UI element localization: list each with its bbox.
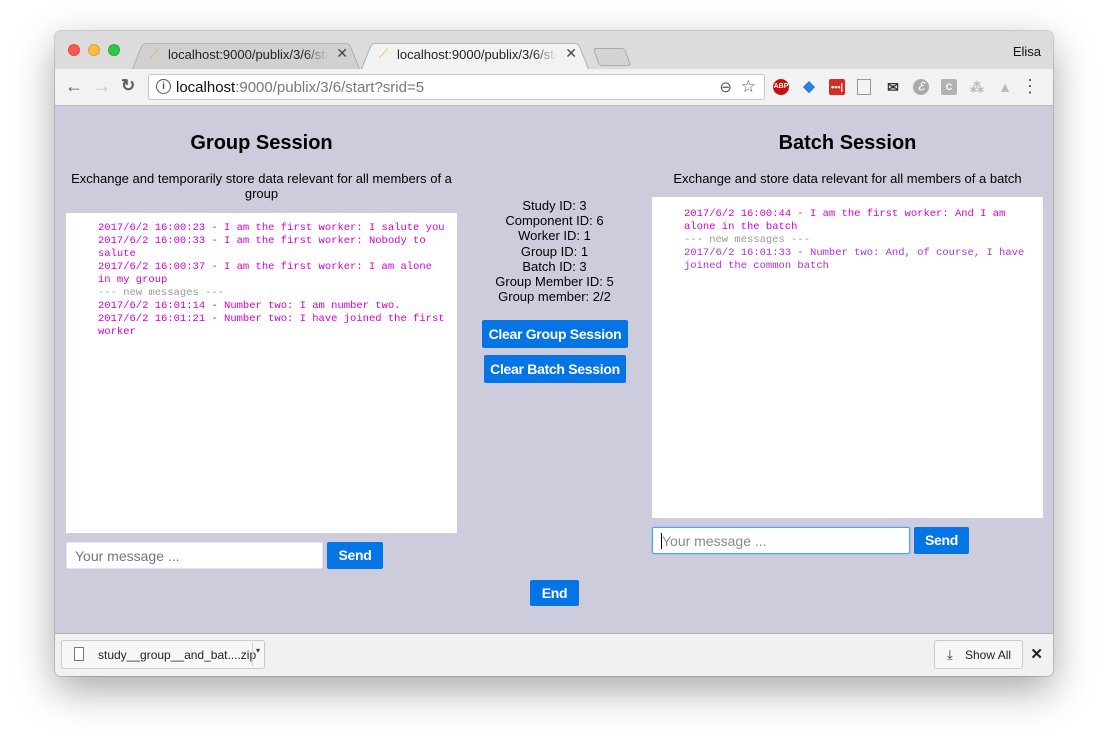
new-messages-separator: --- new messages ---	[684, 234, 811, 246]
batch-session-description: Exchange and store data relevant for all…	[673, 171, 1022, 186]
maximize-window-button[interactable]	[108, 44, 120, 56]
clear-group-session-button[interactable]: Clear Group Session	[482, 320, 628, 348]
clear-batch-session-button[interactable]: Clear Batch Session	[484, 355, 626, 383]
group-message-input[interactable]	[66, 542, 323, 569]
group-message: 2017/6/2 16:01:21 - Number two: I have j…	[98, 313, 445, 338]
minimize-window-button[interactable]	[88, 44, 100, 56]
batch-id: Batch ID: 3	[522, 258, 587, 274]
group-message: 2017/6/2 16:01:14 - Number two: I am num…	[98, 300, 401, 312]
batch-messages-box[interactable]: 2017/6/2 16:00:44 - I am the first worke…	[652, 197, 1043, 518]
browser-window: ⟋ localhost:9000/publix/3/6/star ✕ ⟋ loc…	[55, 31, 1053, 676]
jatos-favicon-icon: ⟋	[150, 46, 160, 61]
download-options-caret-icon[interactable]: ▾	[256, 646, 260, 655]
group-id: Group ID: 1	[520, 243, 589, 259]
lastpass-icon[interactable]: •••|	[829, 79, 845, 95]
jatos-favicon-icon: ⟋	[379, 46, 389, 61]
batch-input-placeholder: Your message ...	[662, 533, 767, 549]
study-id: Study ID: 3	[522, 198, 587, 213]
new-tab-button[interactable]	[592, 48, 632, 66]
group-message: 2017/6/2 16:00:33 - I am the first worke…	[98, 235, 426, 260]
download-icon: ⤓	[947, 647, 953, 662]
tab-title: localhost:9000/publix/3/6/star	[168, 47, 328, 62]
batch-message: 2017/6/2 16:01:33 - Number two: And, of …	[684, 247, 1025, 272]
group-send-button[interactable]: Send	[327, 542, 383, 569]
browser-toolbar: ← → ↻ i localhost:9000/publix/3/6/start?…	[55, 69, 1053, 106]
group-message: 2017/6/2 16:00:23 - I am the first worke…	[98, 222, 445, 234]
blue-diamond-extension-icon[interactable]: ◆	[801, 79, 817, 95]
close-download-shelf-icon[interactable]: ✕	[1030, 645, 1043, 663]
group-member-id: Group Member ID: 5	[495, 274, 614, 290]
text-caret	[661, 533, 662, 549]
tab-2-active[interactable]: ⟋ localhost:9000/publix/3/6/star ✕	[361, 40, 589, 69]
batch-session-title: Batch Session	[778, 132, 917, 154]
evernote-icon[interactable]: ℰ	[913, 79, 929, 95]
batch-message: 2017/6/2 16:00:44 - I am the first worke…	[684, 208, 1006, 233]
group-member-count: Group member: 2/2	[498, 289, 611, 305]
tab-bar: ⟋ localhost:9000/publix/3/6/star ✕ ⟋ loc…	[55, 31, 1053, 69]
batch-send-button[interactable]: Send	[914, 527, 969, 554]
document-extension-icon[interactable]	[857, 79, 871, 95]
bookmark-star-icon[interactable]: ☆	[741, 77, 756, 97]
group-messages-box[interactable]: 2017/6/2 16:00:23 - I am the first worke…	[66, 213, 457, 533]
zoom-out-icon[interactable]: ⊖	[719, 78, 732, 96]
address-bar[interactable]: i localhost:9000/publix/3/6/start?srid=5…	[148, 74, 765, 100]
group-session-description: Exchange and temporarily store data rele…	[71, 171, 452, 201]
close-window-button[interactable]	[68, 44, 80, 56]
forward-arrow-icon[interactable]: →	[93, 76, 111, 96]
show-all-downloads-button[interactable]: ⤓ Show All	[934, 640, 1023, 669]
site-info-icon[interactable]: i	[156, 79, 171, 94]
worker-id: Worker ID: 1	[518, 228, 591, 244]
close-tab-icon[interactable]: ✕	[336, 45, 348, 62]
tab-title: localhost:9000/publix/3/6/star	[397, 47, 557, 62]
mail-check-icon[interactable]: ✉	[885, 79, 901, 95]
download-item[interactable]: study__group__and_bat....zip ▾	[61, 640, 265, 669]
adblock-plus-icon[interactable]: ABP	[773, 79, 789, 95]
download-file-name: study__group__and_bat....zip	[98, 648, 257, 662]
browser-menu-icon[interactable]: ⋮	[1021, 76, 1039, 96]
page-content: Group Session Exchange and temporarily s…	[55, 106, 1053, 633]
back-arrow-icon[interactable]: ←	[65, 76, 83, 96]
group-message: 2017/6/2 16:00:37 - I am the first worke…	[98, 261, 432, 286]
c-extension-icon[interactable]: C	[941, 79, 957, 95]
dropbox-icon[interactable]: ⁂	[969, 79, 985, 95]
new-messages-separator: --- new messages ---	[98, 287, 225, 299]
session-info: Study ID: 3 Component ID: 6 Worker ID: 1…	[467, 198, 642, 304]
end-button[interactable]: End	[530, 580, 579, 606]
batch-message-input[interactable]: Your message ...	[652, 527, 910, 554]
file-icon	[74, 647, 84, 661]
close-tab-icon[interactable]: ✕	[565, 45, 577, 62]
show-all-label: Show All	[965, 648, 1012, 662]
google-drive-icon[interactable]: ▲	[997, 79, 1013, 95]
url-text: localhost:9000/publix/3/6/start?srid=5	[176, 79, 425, 96]
download-shelf: study__group__and_bat....zip ▾ ⤓ Show Al…	[55, 633, 1053, 676]
component-id: Component ID: 6	[505, 213, 604, 229]
tab-1[interactable]: ⟋ localhost:9000/publix/3/6/star ✕	[132, 40, 360, 69]
group-session-title: Group Session	[190, 132, 333, 154]
divider	[252, 643, 253, 666]
reload-icon[interactable]: ↻	[121, 76, 135, 96]
profile-name[interactable]: Elisa	[1013, 44, 1041, 59]
